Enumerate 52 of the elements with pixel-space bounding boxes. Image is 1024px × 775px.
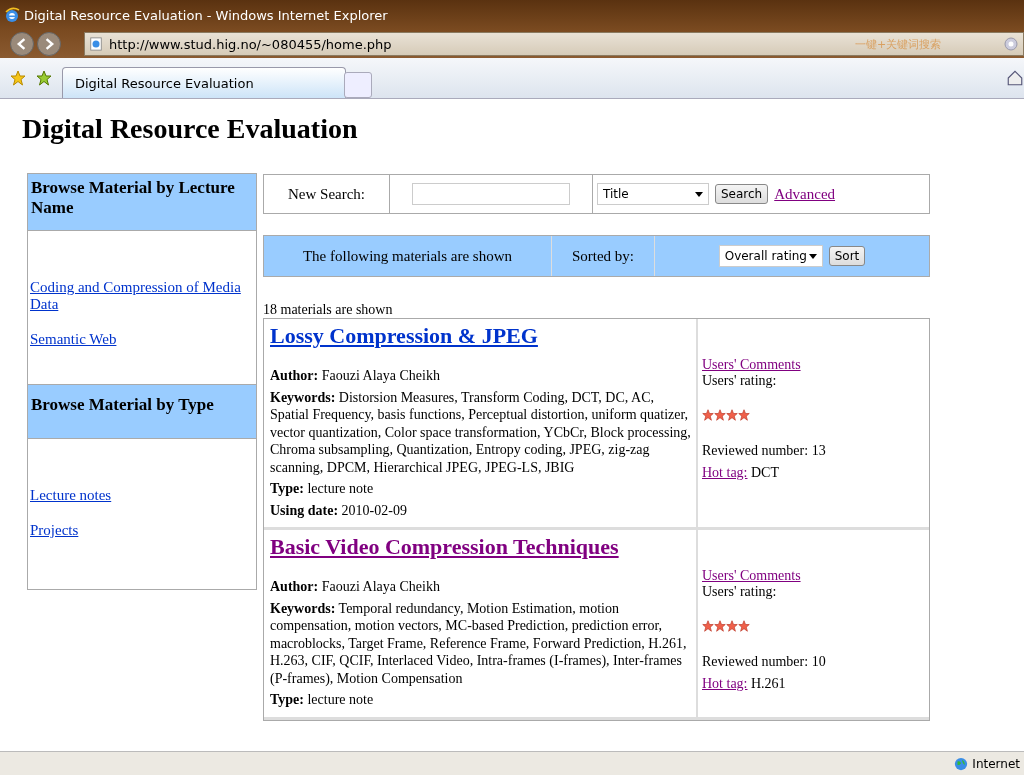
hot-tag-link[interactable]: Hot tag: — [702, 465, 748, 480]
browser-tab[interactable]: Digital Resource Evaluation — [62, 67, 346, 98]
author-text: Author: Faouzi Alaya Cheikh — [270, 367, 441, 385]
sort-dropdown[interactable]: Overall rating — [718, 245, 823, 267]
sort-button[interactable]: Sort — [828, 246, 866, 266]
hot-tag-value: H.261 — [751, 676, 786, 691]
hot-tag-value: DCT — [751, 465, 779, 480]
type-text: Type: lecture note — [270, 480, 375, 498]
page-icon — [89, 37, 103, 51]
comments-link[interactable]: Users' Comments — [702, 357, 801, 372]
comments-link[interactable]: Users' Comments — [702, 568, 801, 583]
sidebar-heading: Browse Material by Lecture Name — [28, 174, 256, 230]
search-input[interactable] — [412, 183, 570, 205]
results-caption: The following materials are shown — [264, 236, 552, 276]
address-field[interactable]: http://www.stud.hig.no/~080455/home.php 一键+关键词搜索 — [84, 32, 1024, 56]
back-button[interactable] — [10, 32, 34, 56]
browser-logo-icon — [4, 7, 20, 23]
sidebar-link[interactable]: Lecture notes — [30, 487, 254, 504]
forward-button[interactable] — [37, 32, 61, 56]
hot-tag-link[interactable]: Hot tag: — [702, 676, 748, 691]
search-button[interactable]: Search — [715, 184, 769, 204]
window-title: Digital Resource Evaluation - Windows Internet Explorer — [24, 7, 388, 23]
using-date-text: Using date: 2010-02-09 — [270, 501, 408, 519]
reviewed-count: Reviewed number: 10 — [702, 654, 827, 670]
globe-icon — [954, 756, 969, 771]
home-icon[interactable] — [1006, 69, 1024, 87]
keywords-text: Keywords: Temporal redundancy, Motion Estimation, motion compensation, motion vectors, MC-based Prediction, prediction error, macroblocks, Target Frame, Reference Frame, Forward Prediction, H.261, H.263, CIF, QCIF, Interlaced Video, Intra-frames (I-frames), Inter-frames (P-frames), Motion Compensation — [270, 599, 688, 687]
page-title: Digital Resource Evaluation — [22, 113, 359, 145]
search-field-dropdown[interactable]: Title — [597, 183, 709, 205]
rating-label: Users' rating: — [702, 373, 778, 389]
caret-icon — [808, 253, 817, 259]
sort-label: Sorted by: — [552, 236, 655, 276]
advanced-link[interactable]: Advanced — [774, 185, 836, 203]
search-field[interactable]: 一键+关键词搜索 — [853, 36, 997, 52]
add-favorite-icon[interactable] — [36, 70, 52, 86]
keywords-text: Keywords: Distorsion Measures, Transform Coding, DCT, DC, AC, Spatial Frequency, basis functions, Perceptual distortion, uniform quatizer, vector quantization, Color space transformation, YCbCr, Block processing, Chroma subsampling, Quantization, Entropy coding, JPEG, zig-zag scanning, DPCM, Hierarchical JPEG, JPEG-LS, JBIG — [270, 388, 692, 476]
sidebar-heading: Browse Material by Type — [28, 384, 256, 438]
sidebar-link[interactable]: Semantic Web — [30, 331, 254, 348]
sidebar-link[interactable]: Projects — [30, 522, 254, 539]
url-text: http://www.stud.hig.no/~080455/home.php — [109, 36, 393, 52]
search-label: New Search: — [264, 175, 390, 213]
star-icon[interactable] — [10, 70, 26, 86]
material-title-link[interactable]: Basic Video Compression Techniques — [270, 534, 619, 560]
reviewed-count: Reviewed number: 13 — [702, 443, 827, 459]
sidebar-link[interactable]: Coding and Compression of Media Data — [30, 279, 254, 313]
material-title-link[interactable]: Lossy Compression & JPEG — [270, 323, 538, 349]
author-text: Author: Faouzi Alaya Cheikh — [270, 578, 441, 596]
caret-icon — [695, 191, 703, 197]
zone-text: Internet — [972, 756, 1020, 771]
result-count: 18 materials are shown — [263, 302, 394, 318]
rating-label: Users' rating: — [702, 584, 778, 600]
type-text: Type: lecture note — [270, 691, 375, 709]
